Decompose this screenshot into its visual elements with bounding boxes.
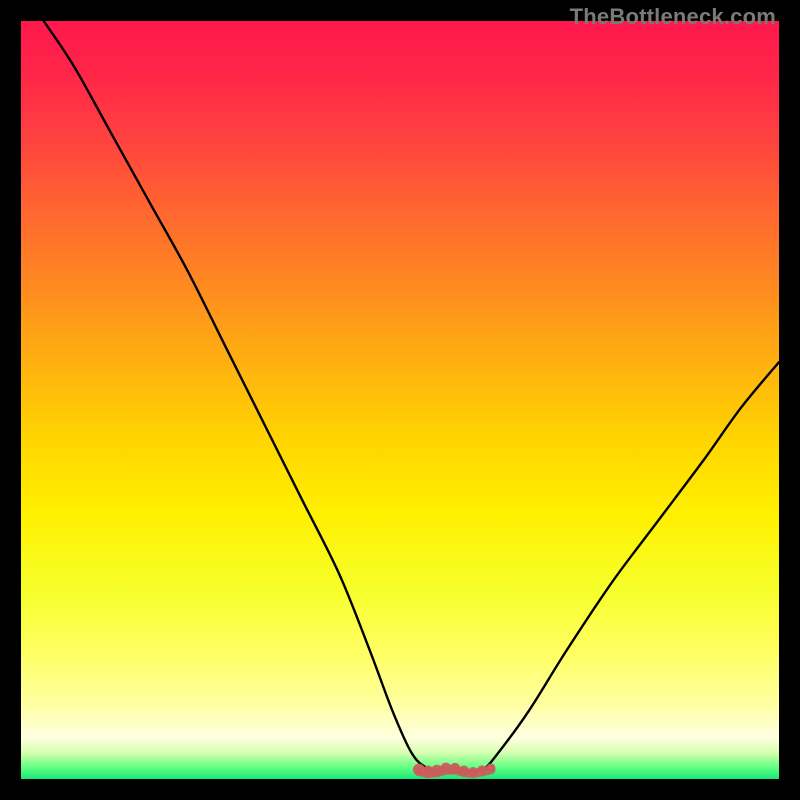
chart-plot-area (21, 21, 779, 779)
watermark-text: TheBottleneck.com (570, 4, 776, 30)
bottleneck-chart-svg (21, 21, 779, 779)
gradient-background (21, 21, 779, 779)
